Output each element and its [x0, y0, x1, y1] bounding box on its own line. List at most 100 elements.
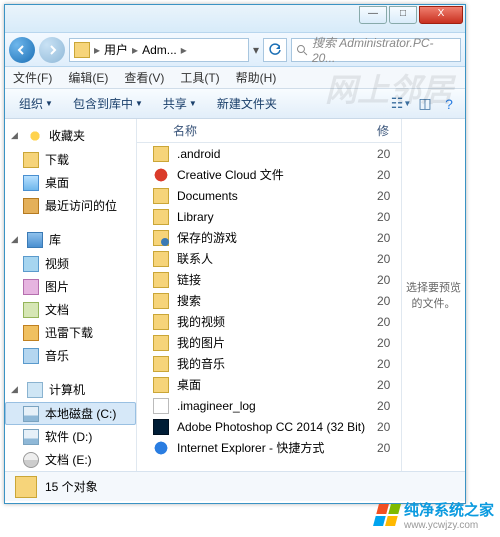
- nav-computer[interactable]: ◢计算机: [5, 377, 136, 402]
- titlebar[interactable]: — □ X: [5, 5, 465, 33]
- drive-icon: [23, 429, 39, 445]
- breadcrumb-seg-users[interactable]: 用户: [104, 41, 128, 58]
- file-row[interactable]: 我的图片20: [137, 332, 401, 353]
- file-row[interactable]: Creative Cloud 文件20: [137, 164, 401, 185]
- maximize-button[interactable]: □: [389, 6, 417, 24]
- recent-icon: [23, 198, 39, 214]
- nav-favorites[interactable]: ◢收藏夹: [5, 123, 136, 148]
- disc-icon: [23, 452, 39, 468]
- game-icon: [153, 230, 169, 246]
- nav-downloads[interactable]: 下载: [5, 148, 136, 171]
- file-row[interactable]: 链接20: [137, 269, 401, 290]
- menu-bar: 文件(F) 编辑(E) 查看(V) 工具(T) 帮助(H): [5, 67, 465, 89]
- file-name: .android: [177, 147, 369, 161]
- nav-drive-c[interactable]: 本地磁盘 (C:): [5, 402, 136, 425]
- file-name: Adobe Photoshop CC 2014 (32 Bit): [177, 420, 369, 434]
- video-icon: [23, 256, 39, 272]
- watermark-title: 纯净系统之家: [404, 499, 494, 520]
- nav-libraries[interactable]: ◢库: [5, 227, 136, 252]
- menu-tools[interactable]: 工具(T): [180, 69, 219, 86]
- search-icon: [296, 44, 308, 56]
- srch-icon: [153, 293, 169, 309]
- breadcrumb-seg-admin[interactable]: Adm...: [142, 43, 177, 57]
- menu-edit[interactable]: 编辑(E): [68, 69, 108, 86]
- close-button[interactable]: X: [419, 6, 463, 24]
- file-row[interactable]: 保存的游戏20: [137, 227, 401, 248]
- nav-thunder[interactable]: 迅雷下载: [5, 321, 136, 344]
- minimize-button[interactable]: —: [359, 6, 387, 24]
- breadcrumb-dropdown[interactable]: ▾: [253, 43, 259, 57]
- col-modified[interactable]: 修: [377, 122, 401, 139]
- search-placeholder: 搜索 Administrator.PC-20...: [312, 34, 456, 65]
- breadcrumb-sep: ▸: [94, 43, 100, 57]
- nav-music[interactable]: 音乐: [5, 344, 136, 367]
- contact-icon: [153, 251, 169, 267]
- nav-desktop[interactable]: 桌面: [5, 171, 136, 194]
- nav-recent[interactable]: 最近访问的位: [5, 194, 136, 217]
- breadcrumb-sep: ▸: [181, 43, 187, 57]
- back-button[interactable]: [9, 37, 35, 63]
- file-row[interactable]: Library20: [137, 206, 401, 227]
- col-name[interactable]: 名称: [173, 122, 369, 139]
- file-name: 桌面: [177, 376, 369, 393]
- menu-view[interactable]: 查看(V): [124, 69, 164, 86]
- file-row[interactable]: 搜索20: [137, 290, 401, 311]
- cc-icon: [153, 167, 169, 183]
- search-input[interactable]: 搜索 Administrator.PC-20...: [291, 38, 461, 62]
- help-button[interactable]: ?: [439, 94, 459, 114]
- folder-icon: [15, 476, 37, 498]
- column-headers[interactable]: 名称 修: [137, 119, 401, 143]
- file-list[interactable]: 名称 修 .android 20 Creative Cloud 文件20Docume…: [137, 119, 401, 471]
- watermark-url: www.ycwjzy.com: [404, 520, 494, 531]
- file-modified: 20: [377, 294, 401, 308]
- preview-text: 选择要预览的文件。: [406, 279, 461, 311]
- site-watermark: 纯净系统之家 www.ycwjzy.com: [376, 499, 494, 531]
- file-modified: 20: [377, 147, 401, 161]
- forward-button[interactable]: [39, 37, 65, 63]
- file-row[interactable]: 联系人 20: [137, 248, 401, 269]
- file-name: 我的视频: [177, 313, 369, 330]
- nav-drive-e[interactable]: 文档 (E:): [5, 448, 136, 471]
- folder-icon: [153, 335, 169, 351]
- refresh-button[interactable]: [263, 38, 287, 62]
- share-button[interactable]: 共享▼: [155, 92, 205, 115]
- file-row[interactable]: 我的音乐20: [137, 353, 401, 374]
- file-modified: 20: [377, 378, 401, 392]
- status-bar: 15 个对象: [5, 471, 465, 501]
- file-row[interactable]: Adobe Photoshop CC 2014 (32 Bit)20: [137, 416, 401, 437]
- breadcrumb[interactable]: ▸ 用户 ▸ Adm... ▸: [69, 38, 249, 62]
- document-icon: [23, 302, 39, 318]
- file-name: 联系人: [177, 250, 369, 267]
- desktop-icon: [23, 175, 39, 191]
- file-modified: 20: [377, 357, 401, 371]
- new-folder-button[interactable]: 新建文件夹: [209, 92, 285, 115]
- include-library-button[interactable]: 包含到库中▼: [65, 92, 151, 115]
- log-icon: [153, 398, 169, 414]
- file-row[interactable]: Internet Explorer - 快捷方式20: [137, 437, 401, 458]
- file-row[interactable]: 我的视频20: [137, 311, 401, 332]
- file-modified: 20: [377, 441, 401, 455]
- view-options-button[interactable]: ☷▼: [391, 94, 411, 114]
- nav-documents[interactable]: 文档: [5, 298, 136, 321]
- nav-videos[interactable]: 视频: [5, 252, 136, 275]
- status-text: 15 个对象: [45, 478, 98, 495]
- picture-icon: [23, 279, 39, 295]
- folder-icon: [74, 42, 90, 58]
- preview-pane-button[interactable]: ◫: [415, 94, 435, 114]
- nav-pictures[interactable]: 图片: [5, 275, 136, 298]
- file-row[interactable]: .android 20: [137, 143, 401, 164]
- menu-help[interactable]: 帮助(H): [236, 69, 277, 86]
- menu-file[interactable]: 文件(F): [13, 69, 52, 86]
- file-row[interactable]: Documents20: [137, 185, 401, 206]
- address-bar-row: ▸ 用户 ▸ Adm... ▸ ▾ 搜索 Administrator.PC-20…: [5, 33, 465, 67]
- nav-drive-d[interactable]: 软件 (D:): [5, 425, 136, 448]
- file-row[interactable]: 桌面 20: [137, 374, 401, 395]
- command-bar: 组织▼ 包含到库中▼ 共享▼ 新建文件夹 ☷▼ ◫ ?: [5, 89, 465, 119]
- file-name: 保存的游戏: [177, 229, 369, 246]
- organize-button[interactable]: 组织▼: [11, 92, 61, 115]
- folder-icon: [153, 272, 169, 288]
- file-modified: 20: [377, 252, 401, 266]
- navigation-pane[interactable]: ◢收藏夹 下载 桌面 最近访问的位 ◢库 视频 图片 文档 迅雷下载 音乐 ◢计…: [5, 119, 137, 471]
- refresh-icon: [268, 43, 282, 57]
- file-row[interactable]: .imagineer_log20: [137, 395, 401, 416]
